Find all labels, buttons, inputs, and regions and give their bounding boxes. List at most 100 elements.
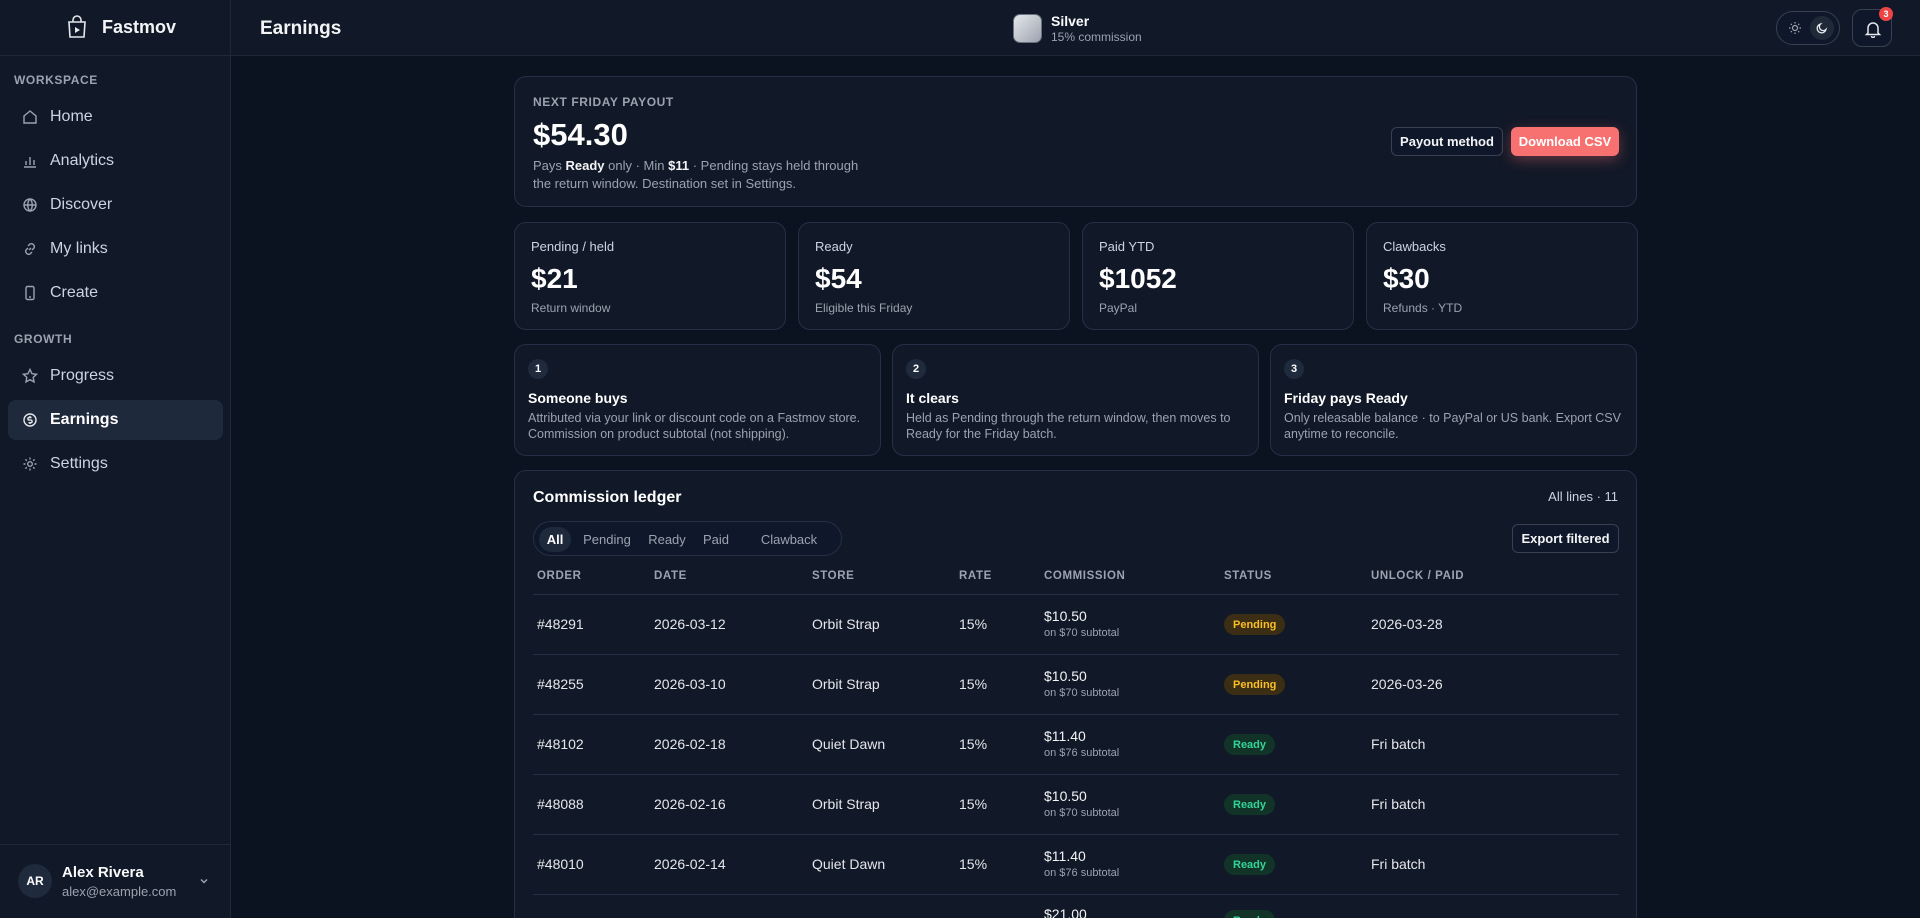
unlock-date: 2026-03-28 (1371, 616, 1443, 632)
commission-rate: 15% (959, 796, 988, 812)
tier-badge-icon (1013, 14, 1042, 43)
column-header-order: ORDER (537, 570, 582, 582)
order-id: #48088 (537, 796, 584, 812)
status-badge: Ready (1224, 794, 1276, 815)
topbar: Earnings Silver 15% commission 3 (231, 0, 1920, 56)
tier-commission: 15% commission (1051, 30, 1142, 44)
commission-subtotal: on $76 subtotal (1044, 867, 1120, 879)
tab-clawback[interactable]: Clawback (741, 527, 837, 552)
step-number: 1 (528, 359, 548, 379)
store-name: Quiet Dawn (812, 856, 886, 872)
stat-value: $30 (1383, 263, 1430, 294)
link-icon (25, 243, 35, 255)
user-email: alex@example.com (62, 884, 177, 899)
step-number: 2 (906, 359, 926, 379)
sidebar-item-label: My links (50, 240, 108, 257)
sidebar-item-progress[interactable]: Progress (8, 356, 223, 396)
column-header-rate: RATE (959, 570, 992, 582)
user-name: Alex Rivera (62, 864, 144, 881)
sidebar-item-my-links[interactable]: My links (8, 229, 223, 269)
status-badge: Pending (1224, 614, 1286, 635)
gear-icon (23, 457, 37, 471)
status-badge: Ready (1224, 854, 1276, 875)
commission-rate: 15% (959, 736, 988, 752)
stat-card-pending: Pending / held $21 Return window (514, 222, 786, 330)
commission-amount: $10.50 (1044, 608, 1087, 624)
step-number: 3 (1284, 359, 1304, 379)
sidebar-item-label: Earnings (50, 411, 119, 428)
commission-rate: 15% (959, 676, 988, 692)
stat-card-paid-ytd: Paid YTD $1052 PayPal (1082, 222, 1354, 330)
avatar: AR (18, 864, 52, 898)
table-row[interactable]: #48102 2026-02-18 Quiet Dawn 15% $11.40 o… (533, 714, 1619, 774)
theme-toggle[interactable] (1776, 11, 1840, 45)
table-row[interactable]: #48291 2026-03-12 Orbit Strap 15% $10.50… (533, 594, 1619, 654)
unlock-date: Fri batch (1371, 796, 1426, 812)
export-filtered-button[interactable]: Export filtered (1512, 524, 1619, 553)
tier-name: Silver (1051, 13, 1090, 29)
column-header-status: STATUS (1224, 570, 1272, 582)
ledger-filter-tabs: All Pending Ready Paid Clawback (533, 521, 842, 556)
moon-button[interactable] (1810, 16, 1834, 40)
sidebar-item-label: Analytics (50, 152, 115, 169)
stat-label: Ready (815, 239, 853, 254)
commission-cell: $10.50 on $70 subtotal (1044, 668, 1119, 699)
step-body: Only releasable balance · to PayPal or U… (1284, 411, 1621, 441)
order-id: #48291 (537, 616, 584, 632)
commission-subtotal: on $70 subtotal (1044, 687, 1120, 699)
payout-note: Pays Ready only · Min $11 · Pending stay… (533, 158, 859, 191)
chevron-down-icon (200, 878, 208, 884)
commission-amount: $11.40 (1044, 848, 1086, 864)
ledger-count: All lines · 11 (1548, 489, 1618, 504)
order-date: 2026-03-10 (654, 676, 726, 692)
stat-card-clawbacks: Clawbacks $30 Refunds · YTD (1366, 222, 1638, 330)
home-icon (23, 110, 37, 124)
unlock-date: Fri batch (1371, 736, 1426, 752)
brand[interactable]: Fastmov (0, 0, 230, 56)
star-icon (22, 368, 38, 384)
stat-label: Clawbacks (1383, 239, 1446, 254)
sidebar-item-discover[interactable]: Discover (8, 185, 223, 225)
store-name: Quiet Dawn (812, 736, 886, 752)
column-header-commission: COMMISSION (1044, 570, 1126, 582)
commission-subtotal: on $70 subtotal (1044, 627, 1120, 639)
sidebar-item-analytics[interactable]: Analytics (8, 141, 223, 181)
globe-icon (23, 198, 37, 212)
commission-amount: $11.40 (1044, 728, 1086, 744)
phone-icon (25, 285, 35, 301)
commission-cell: $21.00 (1044, 906, 1087, 918)
tab-all[interactable]: All (539, 527, 571, 552)
table-row[interactable]: #48088 2026-02-16 Orbit Strap 15% $10.50… (533, 774, 1619, 834)
sidebar-item-earnings[interactable]: Earnings (8, 400, 223, 440)
sidebar-item-label: Progress (50, 367, 115, 384)
moon-icon (1816, 22, 1828, 34)
table-row[interactable]: #48010 2026-02-14 Quiet Dawn 15% $11.40 o… (533, 834, 1619, 894)
order-date: 2026-02-18 (654, 736, 726, 752)
sidebar-item-create[interactable]: Create (8, 273, 223, 313)
commission-cell: $10.50 on $70 subtotal (1044, 608, 1119, 639)
order-date: 2026-02-16 (654, 796, 726, 812)
step-card-1: 1 Someone buys Attributed via your link … (514, 344, 881, 456)
tab-ready[interactable]: Ready (643, 527, 691, 552)
column-header-date: DATE (654, 570, 687, 582)
store-name: Orbit Strap (812, 616, 880, 632)
order-id: #48255 (537, 676, 584, 692)
table-row[interactable]: #48255 2026-03-10 Orbit Strap 15% $10.50… (533, 654, 1619, 714)
payout-amount: $54.30 (533, 117, 628, 152)
user-menu[interactable]: AR Alex Rivera alex@example.com (0, 844, 231, 918)
sidebar-item-home[interactable]: Home (8, 97, 223, 137)
store-name: Orbit Strap (812, 796, 880, 812)
tab-paid[interactable]: Paid (697, 527, 735, 552)
status-badge: Ready (1224, 910, 1276, 918)
commission-amount: $10.50 (1044, 668, 1087, 684)
stat-value: $54 (815, 263, 862, 294)
payout-method-button[interactable]: Payout method (1391, 127, 1503, 156)
tab-pending[interactable]: Pending (577, 527, 637, 552)
bell-icon (1864, 22, 1882, 38)
commission-cell: $10.50 on $70 subtotal (1044, 788, 1119, 819)
table-row[interactable]: $21.00 Ready (533, 894, 1619, 918)
unlock-date: 2026-03-26 (1371, 676, 1443, 692)
order-id: #48102 (537, 736, 584, 752)
download-csv-button[interactable]: Download CSV (1511, 127, 1619, 156)
sidebar-item-settings[interactable]: Settings (8, 444, 223, 484)
